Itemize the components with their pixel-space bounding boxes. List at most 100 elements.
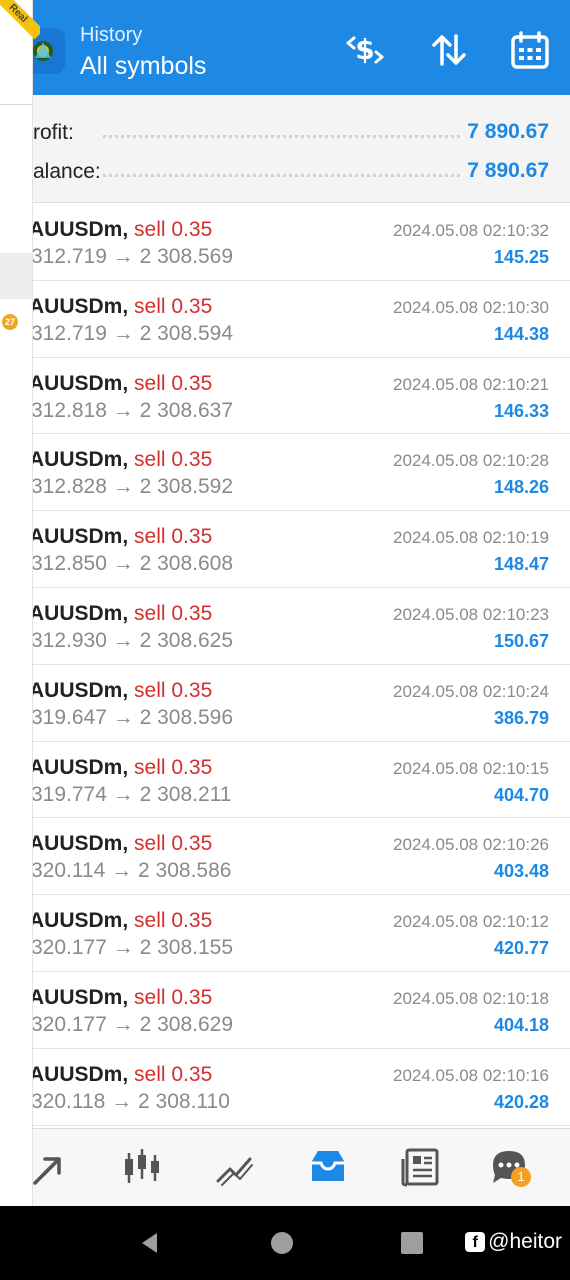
deal-symbol: AUUSDm, sell 0.35 <box>29 602 212 626</box>
deal-time: 2024.05.08 02:10:32 <box>393 221 549 240</box>
symbol-name: AUUSDm, <box>29 601 129 625</box>
deal-side: sell 0.35 <box>134 218 213 241</box>
history-icon <box>312 1151 344 1181</box>
nav-chart[interactable] <box>118 1143 166 1191</box>
deal-side: sell 0.35 <box>134 678 213 702</box>
profit-summary-row: rofit: 7 890.67 <box>33 119 570 149</box>
nav-quotes[interactable] <box>27 1143 75 1191</box>
deal-prices: 320.177 → 2 308.155 <box>31 936 234 960</box>
deal-symbol: AUUSDm, sell 0.35 <box>29 218 212 242</box>
account-type-ribbon: Real <box>0 0 40 40</box>
deal-prices: 319.647 → 2 308.596 <box>31 705 234 729</box>
deal-time: 2024.05.08 02:10:19 <box>393 528 549 548</box>
deal-profit: 404.70 <box>493 784 549 805</box>
facebook-icon: f <box>465 1232 486 1252</box>
deal-profit: 420.28 <box>493 1091 549 1112</box>
deal-row[interactable]: AUUSDm, sell 0.35 312.719 → 2 308.594 20… <box>29 280 570 358</box>
page-subtitle: History <box>80 24 143 46</box>
deal-side: sell 0.35 <box>134 371 213 395</box>
deals-list[interactable]: AUUSDm, sell 0.35 312.719 → 2 308.569 20… <box>29 204 570 1126</box>
symbol-name: AUUSDm, <box>29 1062 129 1086</box>
deal-side: sell 0.35 <box>134 755 213 779</box>
deal-side: sell 0.35 <box>134 985 213 1009</box>
nav-chat[interactable]: 1 <box>485 1143 533 1191</box>
deal-row[interactable]: AUUSDm, sell 0.35 319.647 → 2 308.596 20… <box>29 664 570 742</box>
deal-row[interactable]: AUUSDm, sell 0.35 312.930 → 2 308.625 20… <box>29 587 570 665</box>
deal-prices: 312.719 → 2 308.569 <box>31 245 234 268</box>
symbol-name: AUUSDm, <box>29 294 129 318</box>
nav-trade[interactable] <box>210 1143 258 1191</box>
symbol-name: AUUSDm, <box>29 218 129 241</box>
deal-profit: 386.79 <box>493 707 549 728</box>
deal-profit: 404.18 <box>493 1014 549 1035</box>
deal-time: 2024.05.08 02:10:23 <box>393 604 549 624</box>
deal-side: sell 0.35 <box>134 525 213 549</box>
deal-prices: 312.850 → 2 308.608 <box>31 552 234 576</box>
social-watermark: f @heitor <box>465 1230 562 1254</box>
deal-row[interactable]: AUUSDm, sell 0.35 320.114 → 2 308.586 20… <box>29 818 570 896</box>
symbol-name: AUUSDm, <box>29 832 129 856</box>
bottom-navigation: 1 <box>33 1128 570 1206</box>
symbol-name: AUUSDm, <box>29 985 129 1009</box>
deposit-withdraw-button[interactable]: $ <box>343 28 387 72</box>
drawer-selected-item[interactable] <box>0 253 32 299</box>
app-header: History All symbols $ <box>13 0 570 95</box>
deal-prices: 312.818 → 2 308.637 <box>31 398 234 422</box>
trade-icon <box>216 1157 253 1186</box>
deal-time: 2024.05.08 02:10:12 <box>393 912 549 932</box>
deal-profit: 144.38 <box>493 323 549 344</box>
deal-row[interactable]: AUUSDm, sell 0.35 312.719 → 2 308.569 20… <box>29 204 570 281</box>
symbol-filter-title[interactable]: All symbols <box>80 52 206 81</box>
back-button[interactable] <box>135 1228 165 1258</box>
deal-side: sell 0.35 <box>134 294 213 318</box>
deal-time: 2024.05.08 02:10:15 <box>393 758 549 778</box>
sort-button[interactable] <box>427 28 471 72</box>
deal-time: 2024.05.08 02:10:21 <box>393 374 549 394</box>
deal-row[interactable]: AUUSDm, sell 0.35 320.177 → 2 308.155 20… <box>29 895 570 972</box>
deal-symbol: AUUSDm, sell 0.35 <box>29 679 212 703</box>
balance-label: alance: <box>33 160 101 183</box>
dollar-arrows-icon: $ <box>346 33 384 66</box>
deal-profit: 420.77 <box>493 938 549 959</box>
deal-symbol: AUUSDm, sell 0.35 <box>29 448 212 472</box>
deal-row[interactable]: AUUSDm, sell 0.35 319.774 → 2 308.211 20… <box>29 741 570 819</box>
deal-profit: 146.33 <box>493 400 549 421</box>
nav-news[interactable] <box>397 1143 445 1191</box>
symbol-name: AUUSDm, <box>29 371 129 395</box>
calendar-button[interactable] <box>508 28 552 72</box>
symbol-name: AUUSDm, <box>29 909 129 933</box>
watermark-handle: @heitor <box>488 1230 562 1253</box>
news-icon <box>401 1148 439 1187</box>
deal-symbol: AUUSDm, sell 0.35 <box>29 832 212 856</box>
deal-symbol: AUUSDm, sell 0.35 <box>29 372 212 396</box>
deal-time: 2024.05.08 02:10:18 <box>393 988 549 1008</box>
deal-time: 2024.05.08 02:10:28 <box>393 451 549 471</box>
deal-prices: 319.774 → 2 308.211 <box>31 782 232 806</box>
deal-side: sell 0.35 <box>134 1062 213 1086</box>
deal-symbol: AUUSDm, sell 0.35 <box>29 986 212 1010</box>
back-triangle-icon <box>142 1233 157 1253</box>
deal-row[interactable]: AUUSDm, sell 0.35 312.818 → 2 308.637 20… <box>29 357 570 435</box>
nav-history[interactable] <box>304 1143 352 1191</box>
quotes-icon <box>33 1157 61 1185</box>
symbol-name: AUUSDm, <box>29 678 129 702</box>
deal-profit: 145.25 <box>493 247 549 267</box>
deal-prices: 320.177 → 2 308.629 <box>31 1012 234 1036</box>
deal-time: 2024.05.08 02:10:16 <box>393 1065 549 1085</box>
home-button[interactable] <box>267 1228 297 1258</box>
deal-row[interactable]: AUUSDm, sell 0.35 312.828 → 2 308.592 20… <box>29 434 570 512</box>
chat-unread-badge: 1 <box>511 1167 531 1187</box>
system-navigation-bar: f @heitor <box>0 1206 570 1280</box>
recents-button[interactable] <box>397 1228 427 1258</box>
deal-row[interactable]: AUUSDm, sell 0.35 320.118 → 2 308.110 20… <box>29 1048 570 1126</box>
deal-side: sell 0.35 <box>134 601 213 625</box>
deal-row[interactable]: AUUSDm, sell 0.35 312.850 → 2 308.608 20… <box>29 511 570 588</box>
deal-symbol: AUUSDm, sell 0.35 <box>29 1063 212 1087</box>
drawer-count-badge: 27 <box>2 314 18 330</box>
deal-profit: 148.47 <box>493 554 549 575</box>
deal-prices: 312.719 → 2 308.594 <box>31 321 234 345</box>
real-account-label: Real <box>0 0 40 40</box>
deal-prices: 312.828 → 2 308.592 <box>31 475 234 499</box>
nav-drawer-edge[interactable]: 27 <box>0 0 33 1206</box>
deal-row[interactable]: AUUSDm, sell 0.35 320.177 → 2 308.629 20… <box>29 971 570 1049</box>
